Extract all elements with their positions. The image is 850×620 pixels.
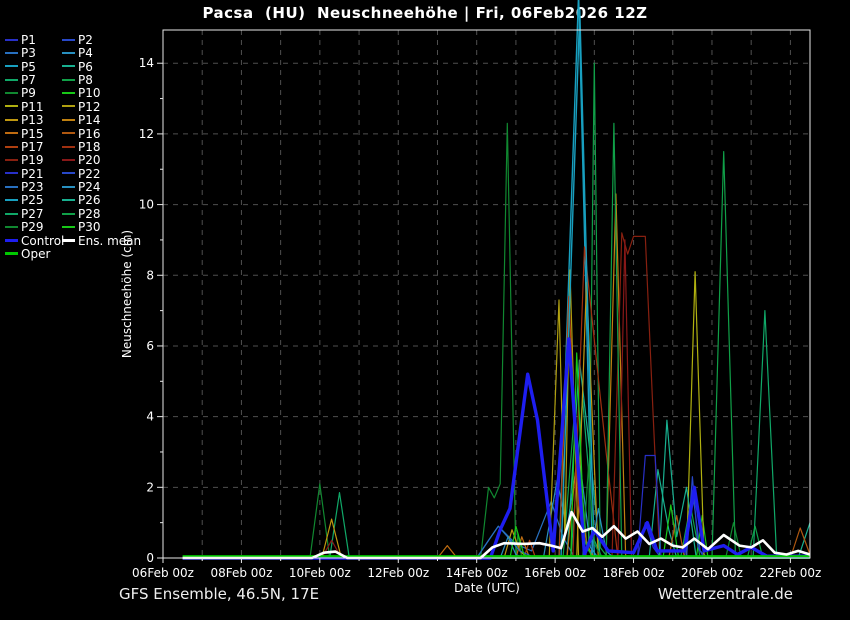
x-tick-label: 18Feb 00z: [603, 566, 665, 580]
x-tick-label: 12Feb 00z: [367, 566, 429, 580]
y-tick-label: 8: [146, 268, 154, 282]
model-info-label: GFS Ensemble, 46.5N, 17E: [119, 585, 319, 603]
y-tick-label: 14: [139, 56, 154, 70]
chart-svg: 0 2 4 6 8 10 12 14 06Feb 00z 08Feb 00z 10Feb 00z 12…: [0, 0, 850, 620]
series-line-p14: [183, 194, 810, 558]
series-line-p20: [183, 240, 810, 558]
x-tick-label: 08Feb 00z: [210, 566, 272, 580]
y-axis-title: Neuschneehöhe (cm): [120, 230, 134, 358]
y-tick-label: 6: [146, 339, 154, 353]
x-tick-label: 20Feb 00z: [681, 566, 743, 580]
plot-frame: [163, 30, 810, 558]
chart-area: 0 2 4 6 8 10 12 14 06Feb 00z 08Feb 00z 10Feb 00z 12…: [0, 0, 850, 620]
y-tick-label: 0: [146, 551, 154, 565]
series-line-ens-mean: [183, 512, 810, 558]
y-tick-label: 12: [139, 127, 154, 141]
y-tick-label: 10: [139, 198, 154, 212]
x-tick-label: 10Feb 00z: [289, 566, 351, 580]
x-axis-title: Date (UTC): [454, 581, 520, 595]
series-line-p8: [183, 63, 810, 558]
wetterzentrale-ensemble-plot: Pacsa (HU) Neuschneehöhe | Fri, 06Feb202…: [0, 0, 850, 620]
x-tick-label: 16Feb 00z: [524, 566, 586, 580]
series-line-p19: [183, 233, 810, 558]
series-line-control: [183, 339, 810, 558]
x-tick-label: 06Feb 00z: [132, 566, 194, 580]
y-tick-label: 2: [146, 480, 154, 494]
series-line-p9: [183, 123, 810, 558]
watermark-label: Wetterzentrale.de: [658, 585, 793, 603]
y-tick-label: 4: [146, 410, 154, 424]
x-tick-label: 22Feb 00z: [759, 566, 821, 580]
series-line-p25: [183, 10, 810, 558]
x-tick-label: 14Feb 00z: [446, 566, 508, 580]
series-line-p5: [183, 0, 810, 558]
series-line-p30: [183, 353, 810, 558]
series-line-p10: [183, 505, 810, 558]
series-line-p24: [183, 509, 810, 559]
